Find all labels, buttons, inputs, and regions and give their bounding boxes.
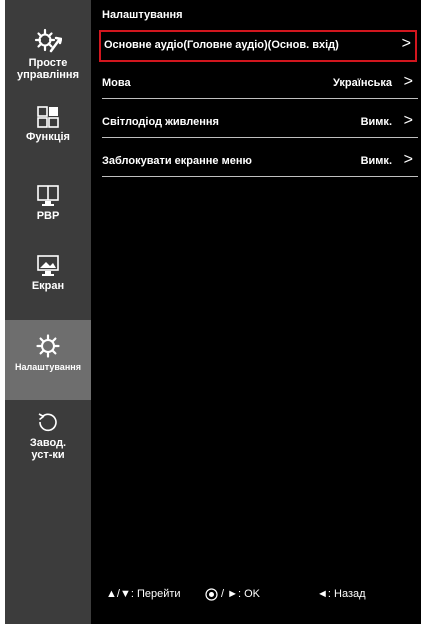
- row-value: Українська: [332, 77, 392, 89]
- sidebar-item-label: Налаштування: [15, 362, 81, 372]
- chevron-right-icon: >: [401, 35, 411, 52]
- row-label: Заблокувати екранне меню: [102, 155, 252, 167]
- menu-row-power-led[interactable]: Світлодіод живлення Вимк. >: [102, 108, 418, 138]
- divider: [102, 137, 418, 138]
- sidebar: Просте управління Функція PBP Екран Нала…: [5, 0, 91, 624]
- settings-panel: Налаштування Основне аудіо(Головне аудіо…: [91, 0, 421, 624]
- sidebar-item-function[interactable]: Функція: [5, 106, 91, 143]
- menu-row-main-audio[interactable]: Основне аудіо(Головне аудіо)(Основ. вхід…: [99, 30, 417, 62]
- sidebar-item-settings[interactable]: Налаштування: [5, 320, 91, 400]
- sidebar-item-label: PBP: [36, 210, 60, 222]
- back-hint: ◄: Назад: [317, 588, 366, 600]
- row-label: Світлодіод живлення: [102, 116, 219, 128]
- osd-menu-window: Просте управління Функція PBP Екран Нала…: [5, 0, 421, 624]
- sidebar-item-picture[interactable]: Екран: [5, 255, 91, 292]
- sidebar-item-label: Функція: [26, 131, 70, 143]
- menu-row-language[interactable]: Мова Українська >: [102, 69, 418, 99]
- divider: [102, 176, 418, 177]
- ok-hint: / ►: OK: [221, 588, 261, 600]
- pbp-monitor-icon: [37, 185, 59, 206]
- chevron-right-icon: >: [403, 73, 413, 90]
- page-title: Налаштування: [102, 9, 183, 21]
- reset-icon: [38, 413, 57, 432]
- gear-wrench-icon: [34, 28, 62, 53]
- picture-monitor-icon: [37, 255, 59, 276]
- row-value: Вимк.: [360, 116, 392, 128]
- sidebar-item-label: Просте управління: [17, 57, 79, 81]
- layout-grid-icon: [37, 106, 59, 128]
- move-hint: ▲/▼: Перейти: [106, 588, 181, 600]
- sidebar-item-quick-settings[interactable]: Просте управління: [5, 28, 91, 81]
- divider: [102, 98, 418, 99]
- row-label: Мова: [102, 77, 131, 89]
- joystick-button-icon: [205, 588, 218, 601]
- gear-icon: [36, 334, 60, 358]
- sidebar-item-label: Завод. уст-ки: [29, 437, 67, 461]
- sidebar-item-label: Екран: [31, 280, 65, 292]
- chevron-right-icon: >: [403, 151, 413, 168]
- menu-row-osd-lock[interactable]: Заблокувати екранне меню Вимк. >: [102, 147, 418, 177]
- chevron-right-icon: >: [403, 112, 413, 129]
- row-label: Основне аудіо(Головне аудіо)(Основ. вхід…: [104, 39, 339, 51]
- row-value: Вимк.: [360, 155, 392, 167]
- sidebar-item-reset[interactable]: Завод. уст-ки: [5, 410, 91, 461]
- key-guide: ▲/▼: Перейти / ►: OK ◄: Назад: [106, 588, 416, 608]
- sidebar-item-pbp[interactable]: PBP: [5, 185, 91, 222]
